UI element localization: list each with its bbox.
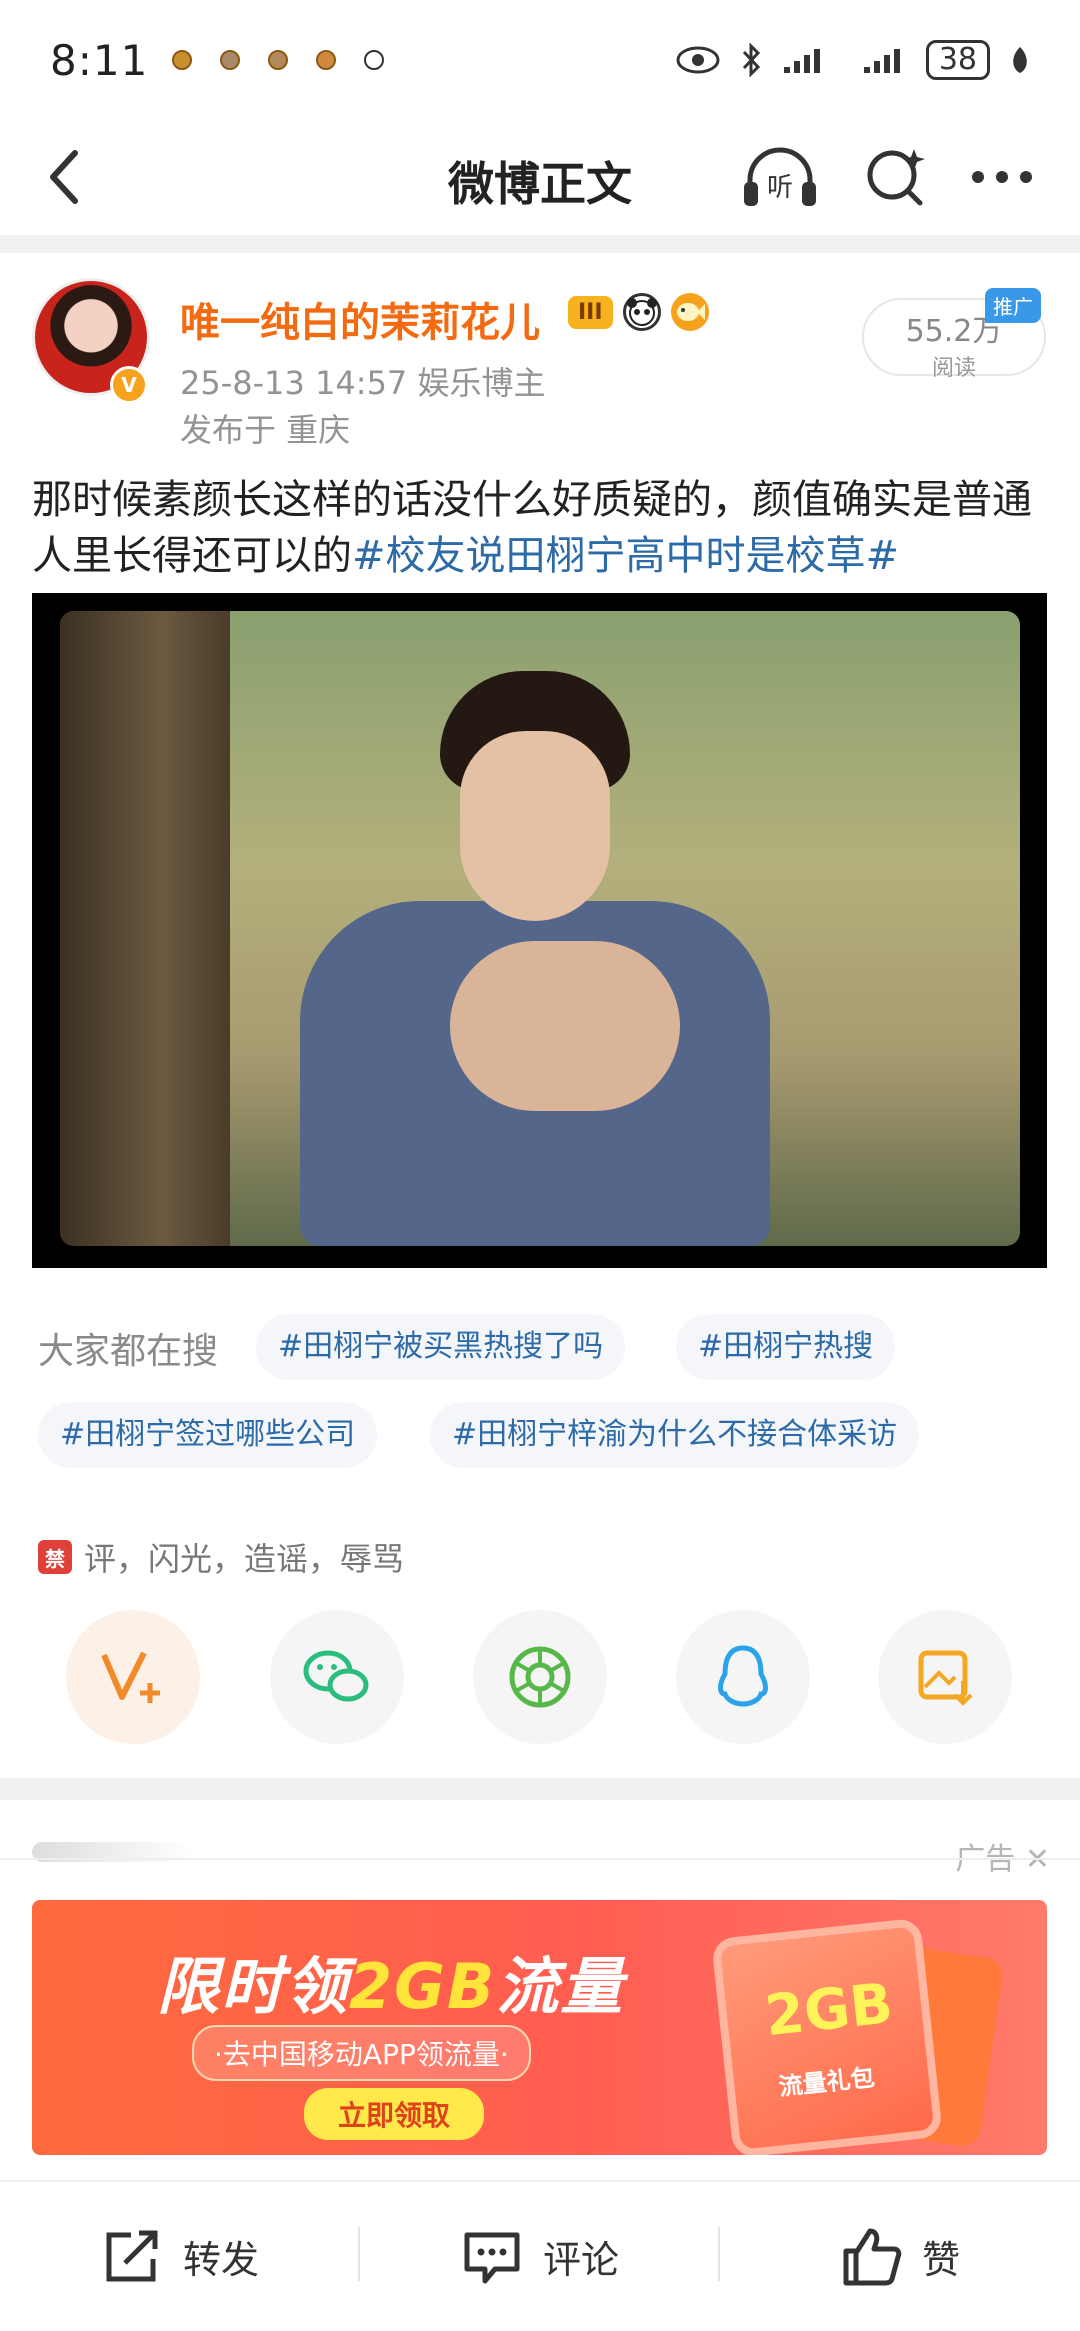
gift-card: 2GB 流量礼包 (711, 1917, 943, 2155)
search-button[interactable] (856, 142, 936, 212)
search-chip[interactable]: #田栩宁被买黑热搜了吗 (256, 1314, 626, 1380)
page-header: 微博正文 听 (0, 120, 1080, 235)
eye-icon (676, 46, 720, 74)
photo-person (290, 671, 770, 1246)
moments-icon (509, 1646, 571, 1708)
banner-claim-button[interactable]: 立即领取 (304, 2088, 485, 2140)
gift-gb: 2GB (762, 1971, 896, 2050)
like-label: 赞 (921, 2238, 960, 2282)
comment-label: 评论 (542, 2238, 619, 2282)
username[interactable]: 唯一纯白的茉莉花儿 (180, 290, 540, 348)
status-indicators: 38 (676, 40, 1030, 80)
read-label: 阅读 (931, 356, 976, 381)
post-text: 那时候素颜长这样的话没什么好质疑的，颜值确实是普通人里长得还可以的#校友说田栩宁… (32, 472, 1052, 584)
section-divider (0, 1778, 1080, 1800)
comment-rules-notice[interactable]: 禁 评，闪光，造谣，辱骂 (38, 1534, 404, 1580)
post-photo[interactable] (32, 593, 1047, 1268)
comment-icon (464, 2232, 520, 2283)
search-chip[interactable]: #田栩宁梓渝为什么不接合体采访 (430, 1402, 920, 1468)
ad-label[interactable]: 广告 ✕ (955, 1834, 1050, 1878)
ad-divider (0, 1858, 1080, 1860)
section-divider (0, 235, 1080, 253)
notification-icons (172, 50, 385, 70)
promo-badge: 推广 (985, 288, 1041, 323)
comment-rules-text: 评，闪光，造谣，辱骂 (84, 1540, 405, 1578)
post-meta: 25-8-13 14:57 娱乐博主 (180, 364, 546, 402)
vplus-icon (101, 1651, 160, 1703)
search-suggestions-label: 大家都在搜 (38, 1331, 219, 1372)
repost-button[interactable]: 转发 (0, 2182, 360, 2331)
panda-icon (622, 293, 661, 331)
banner-title: 限时领2GB流量 (157, 1936, 624, 2026)
post-location: 发布于 重庆 (180, 411, 351, 449)
user-badges: III (568, 293, 709, 331)
leaf-icon (1013, 47, 1027, 73)
notification-app-icon (364, 50, 385, 70)
verified-badge-icon: V (110, 366, 148, 404)
gift-label: 流量礼包 (777, 2063, 876, 2102)
photo-content (60, 611, 1020, 1246)
headphones-icon: 听 (744, 147, 816, 206)
ad-banner[interactable]: 限时领2GB流量 ·去中国移动APP领流量· 立即领取 2GB 流量礼包 (32, 1900, 1047, 2155)
topic-link[interactable]: #校友说田栩宁高中时是校草# (352, 533, 899, 579)
notification-app-icon (220, 50, 241, 70)
like-button[interactable]: 赞 (720, 2182, 1080, 2331)
more-dots-icon (972, 171, 1032, 183)
ban-icon: 禁 (38, 1540, 72, 1574)
signal-icon (783, 49, 820, 73)
svg-text:听: 听 (767, 173, 793, 203)
save-image-button[interactable] (878, 1610, 1012, 1744)
photo-tree (60, 611, 230, 1246)
banner-title-highlight: 2GB (349, 1950, 497, 2023)
qq-icon (718, 1645, 768, 1707)
vplus-share-button[interactable] (66, 1610, 200, 1744)
notification-app-icon (316, 50, 337, 70)
banner-title-part: 流量 (496, 1950, 625, 2023)
wechat-share-button[interactable] (270, 1610, 404, 1744)
fish-icon (670, 293, 709, 331)
status-time: 8:11 (50, 35, 149, 85)
crown-level-badge[interactable]: III (568, 295, 613, 329)
banner-title-part: 限时领 (157, 1950, 350, 2023)
listen-button[interactable]: 听 (740, 142, 820, 212)
status-bar: 8:11 38 (0, 0, 1080, 120)
wechat-icon (303, 1650, 369, 1702)
more-button[interactable] (962, 142, 1042, 212)
comment-button[interactable]: 评论 (360, 2182, 720, 2331)
share-icon (106, 2230, 158, 2281)
notification-app-icon (268, 50, 289, 70)
bottom-action-bar: 转发 评论 赞 (0, 2182, 1080, 2331)
repost-label: 转发 (182, 2238, 259, 2282)
bluetooth-icon (742, 43, 760, 77)
thumbs-up-icon (843, 2228, 902, 2285)
battery-indicator: 38 (925, 40, 990, 80)
search-chip[interactable]: #田栩宁热搜 (676, 1314, 896, 1380)
search-chip[interactable]: #田栩宁签过哪些公司 (38, 1402, 378, 1468)
qq-share-button[interactable] (676, 1610, 810, 1744)
banner-subtitle: ·去中国移动APP领流量· (192, 2025, 531, 2081)
notification-app-icon (172, 50, 193, 70)
signal-icon (863, 49, 900, 73)
search-icon (867, 149, 925, 206)
save-image-icon (918, 1650, 973, 1706)
moments-share-button[interactable] (473, 1610, 607, 1744)
